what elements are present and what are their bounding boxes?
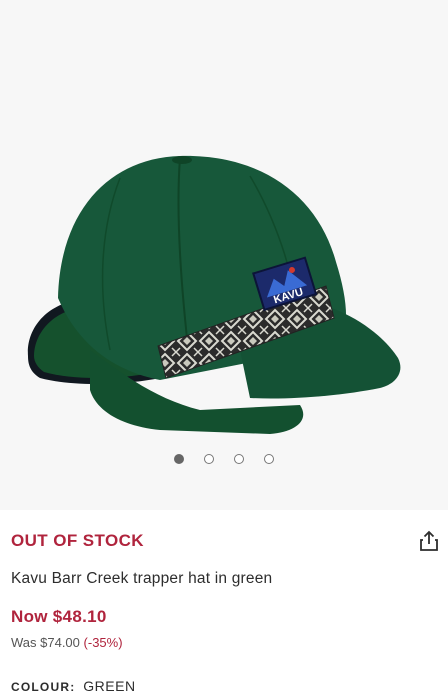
carousel-dots	[0, 454, 448, 464]
carousel-dot-3[interactable]	[234, 454, 244, 464]
product-info: OUT OF STOCK Kavu Barr Creek trapper hat…	[0, 510, 448, 700]
stock-status: OUT OF STOCK	[11, 531, 144, 550]
product-title: Kavu Barr Creek trapper hat in green	[11, 570, 273, 587]
previous-price-line: Was $74.00 (-35%)	[11, 635, 123, 650]
colour-row: COLOUR: GREEN	[11, 678, 136, 694]
previous-price: Was $74.00	[11, 635, 80, 650]
product-image[interactable]: KAVU	[0, 0, 448, 510]
current-price: Now $48.10	[11, 607, 107, 626]
product-gallery[interactable]: KAVU	[0, 0, 448, 510]
colour-label: COLOUR:	[11, 680, 76, 694]
carousel-dot-1[interactable]	[174, 454, 184, 464]
share-icon[interactable]	[418, 530, 440, 552]
colour-value: GREEN	[83, 678, 136, 694]
carousel-dot-2[interactable]	[204, 454, 214, 464]
discount-badge: (-35%)	[83, 635, 123, 650]
carousel-dot-4[interactable]	[264, 454, 274, 464]
